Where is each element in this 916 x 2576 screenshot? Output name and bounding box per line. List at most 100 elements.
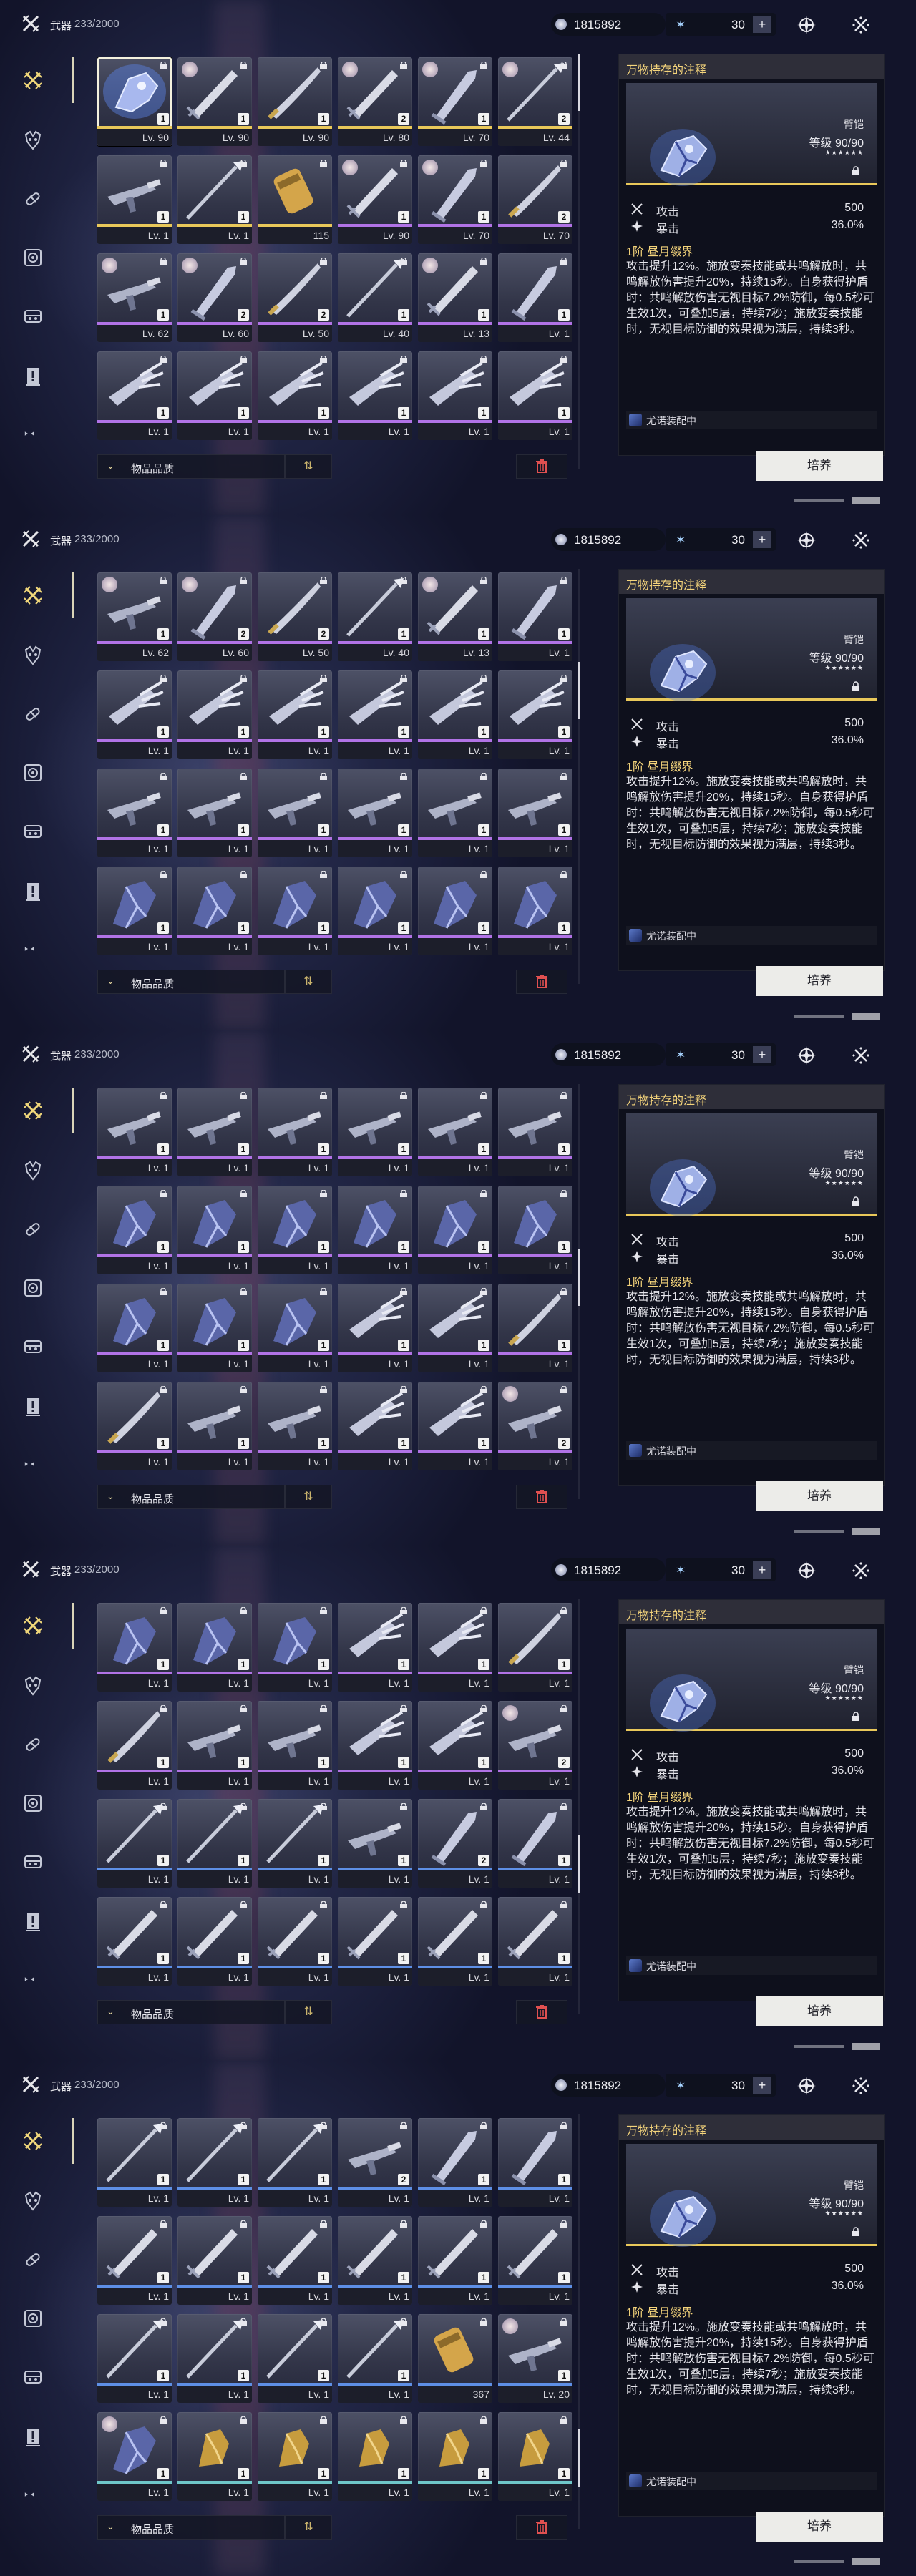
weapon-card[interactable]: 1 Lv. 1 bbox=[418, 769, 492, 857]
delete-button[interactable] bbox=[516, 2000, 567, 2024]
weapon-card[interactable]: 1 Lv. 1 bbox=[177, 351, 252, 440]
sidebar-weapon-tab[interactable] bbox=[21, 2129, 44, 2152]
weapon-card[interactable]: 1 Lv. 1 bbox=[338, 2216, 412, 2305]
weapon-card[interactable]: 1 Lv. 1 bbox=[258, 769, 332, 857]
weapon-card[interactable]: 1 Lv. 1 bbox=[258, 1186, 332, 1274]
sidebar-material-tab[interactable] bbox=[21, 1218, 44, 1241]
sidebar-collapse-toggle[interactable] bbox=[19, 1453, 47, 1475]
lock-toggle-icon[interactable] bbox=[851, 1712, 861, 1722]
weapon-card[interactable]: 1 Lv. 1 bbox=[498, 1603, 572, 1692]
weapon-card[interactable]: 1 Lv. 1 bbox=[177, 1799, 252, 1888]
weapon-card[interactable]: 1 Lv. 40 bbox=[338, 253, 412, 342]
sidebar-material-tab[interactable] bbox=[21, 703, 44, 726]
weapon-card[interactable]: 1 Lv. 1 bbox=[418, 670, 492, 759]
grid-scrollbar[interactable] bbox=[578, 569, 580, 984]
compass-button[interactable] bbox=[796, 1045, 817, 1066]
weapon-card[interactable]: 1 Lv. 13 bbox=[418, 572, 492, 661]
close-button[interactable] bbox=[850, 14, 872, 36]
weapon-card[interactable]: 2 Lv. 50 bbox=[258, 253, 332, 342]
weapon-card[interactable]: 1 Lv. 1 bbox=[338, 1799, 412, 1888]
weapon-card[interactable]: 1 Lv. 1 bbox=[338, 769, 412, 857]
weapon-card[interactable]: 1 Lv. 1 bbox=[418, 1088, 492, 1176]
weapon-card[interactable]: 1 Lv. 1 bbox=[418, 2412, 492, 2501]
weapon-card[interactable]: 1 Lv. 62 bbox=[97, 572, 172, 661]
weapon-card[interactable]: 2 Lv. 1 bbox=[418, 1799, 492, 1888]
weapon-card[interactable]: 1 Lv. 1 bbox=[258, 1701, 332, 1790]
weapon-card[interactable]: 1 Lv. 1 bbox=[97, 1284, 172, 1372]
sidebar-echo-tab[interactable] bbox=[21, 644, 44, 667]
weapon-card[interactable]: 1 Lv. 1 bbox=[498, 1186, 572, 1274]
weapon-card[interactable]: 1 Lv. 1 bbox=[258, 1088, 332, 1176]
lock-toggle-icon[interactable] bbox=[851, 166, 861, 176]
weapon-card[interactable]: 1 Lv. 1 bbox=[97, 2314, 172, 2403]
weapon-card[interactable]: 115 bbox=[258, 155, 332, 244]
sidebar-collapse-toggle[interactable] bbox=[19, 422, 47, 445]
grid-scrollbar[interactable] bbox=[578, 2114, 580, 2529]
close-button[interactable] bbox=[850, 530, 872, 551]
sidebar-quest-tab[interactable] bbox=[21, 1911, 44, 1933]
weapon-card[interactable]: 2 Lv. 1 bbox=[498, 1382, 572, 1470]
weapon-card[interactable]: 1 Lv. 90 bbox=[97, 57, 172, 146]
add-energy-button[interactable]: + bbox=[753, 531, 771, 548]
sidebar-develop-tab[interactable] bbox=[21, 1792, 44, 1815]
cultivate-button[interactable]: 培养 bbox=[756, 451, 883, 481]
weapon-card[interactable]: 1 Lv. 1 bbox=[338, 1382, 412, 1470]
sidebar-supply-tab[interactable] bbox=[21, 820, 44, 843]
weapon-card[interactable]: 1 Lv. 1 bbox=[338, 1088, 412, 1176]
grid-scrollbar[interactable] bbox=[578, 1084, 580, 1499]
grid-scrollbar[interactable] bbox=[578, 54, 580, 469]
sidebar-weapon-tab[interactable] bbox=[21, 1099, 44, 1122]
quality-filter-dropdown[interactable]: ⌄ 物品品质 bbox=[97, 970, 285, 994]
weapon-card[interactable]: 1 Lv. 1 bbox=[498, 351, 572, 440]
weapon-card[interactable]: 1 Lv. 1 bbox=[338, 2412, 412, 2501]
weapon-card[interactable]: 1 Lv. 1 bbox=[177, 769, 252, 857]
weapon-card[interactable]: 1 Lv. 1 bbox=[97, 1382, 172, 1470]
sidebar-quest-tab[interactable] bbox=[21, 2426, 44, 2449]
sidebar-echo-tab[interactable] bbox=[21, 1159, 44, 1182]
cultivate-button[interactable]: 培养 bbox=[756, 1481, 883, 1511]
weapon-card[interactable]: 1 Lv. 1 bbox=[498, 2118, 572, 2207]
weapon-card[interactable]: 1 Lv. 1 bbox=[498, 1897, 572, 1986]
sidebar-supply-tab[interactable] bbox=[21, 1335, 44, 1358]
weapon-card[interactable]: 1 Lv. 1 bbox=[97, 1701, 172, 1790]
quality-filter-dropdown[interactable]: ⌄ 物品品质 bbox=[97, 454, 285, 479]
sort-order-button[interactable]: ⇅ bbox=[285, 454, 332, 479]
grid-scrollbar[interactable] bbox=[578, 1599, 580, 2014]
weapon-card[interactable]: 1 Lv. 1 bbox=[498, 769, 572, 857]
weapon-card[interactable]: 1 Lv. 1 bbox=[97, 670, 172, 759]
weapon-card[interactable]: 1 Lv. 70 bbox=[418, 155, 492, 244]
weapon-card[interactable]: 1 Lv. 1 bbox=[258, 1603, 332, 1692]
weapon-card[interactable]: 1 Lv. 40 bbox=[338, 572, 412, 661]
sidebar-echo-tab[interactable] bbox=[21, 1674, 44, 1697]
sidebar-supply-tab[interactable] bbox=[21, 2366, 44, 2389]
weapon-card[interactable]: 1 Lv. 1 bbox=[177, 1382, 252, 1470]
delete-button[interactable] bbox=[516, 1485, 567, 1509]
weapon-card[interactable]: 1 Lv. 1 bbox=[97, 2118, 172, 2207]
sidebar-supply-tab[interactable] bbox=[21, 305, 44, 328]
weapon-card[interactable]: 1 Lv. 1 bbox=[338, 670, 412, 759]
close-button[interactable] bbox=[850, 1045, 872, 1066]
weapon-card[interactable]: 1 Lv. 90 bbox=[258, 57, 332, 146]
weapon-card[interactable]: 1 Lv. 1 bbox=[97, 2412, 172, 2501]
weapon-card[interactable]: 1 Lv. 1 bbox=[498, 253, 572, 342]
delete-button[interactable] bbox=[516, 454, 567, 479]
weapon-card[interactable]: 1 Lv. 1 bbox=[97, 1088, 172, 1176]
weapon-card[interactable]: 1 Lv. 1 bbox=[97, 2216, 172, 2305]
weapon-card[interactable]: 1 Lv. 1 bbox=[498, 572, 572, 661]
add-energy-button[interactable]: + bbox=[753, 1561, 771, 1579]
sidebar-quest-tab[interactable] bbox=[21, 365, 44, 388]
weapon-card[interactable]: 367 bbox=[418, 2314, 492, 2403]
weapon-card[interactable]: 1 Lv. 1 bbox=[418, 2118, 492, 2207]
weapon-card[interactable]: 1 Lv. 1 bbox=[258, 2216, 332, 2305]
sidebar-develop-tab[interactable] bbox=[21, 1277, 44, 1299]
weapon-card[interactable]: 1 Lv. 1 bbox=[177, 1186, 252, 1274]
weapon-card[interactable]: 1 Lv. 1 bbox=[97, 155, 172, 244]
sidebar-quest-tab[interactable] bbox=[21, 880, 44, 903]
weapon-card[interactable]: 1 Lv. 1 bbox=[177, 1284, 252, 1372]
sidebar-supply-tab[interactable] bbox=[21, 1850, 44, 1873]
weapon-card[interactable]: 1 Lv. 1 bbox=[498, 670, 572, 759]
sidebar-develop-tab[interactable] bbox=[21, 761, 44, 784]
weapon-card[interactable]: 1 Lv. 1 bbox=[498, 867, 572, 955]
weapon-card[interactable]: 1 Lv. 1 bbox=[418, 1186, 492, 1274]
weapon-card[interactable]: 1 Lv. 1 bbox=[97, 351, 172, 440]
